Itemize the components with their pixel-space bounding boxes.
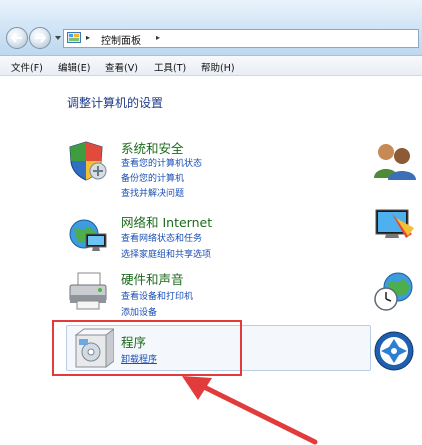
ease-of-access-icon[interactable] [372, 329, 416, 373]
menu-file[interactable]: 文件(F) [11, 60, 43, 74]
category-title-hardware-sound[interactable]: 硬件和声音 [121, 269, 184, 288]
control-panel-icon [67, 32, 81, 43]
category-title-network-internet[interactable]: 网络和 Internet [121, 212, 212, 231]
breadcrumb-separator[interactable]: ▸ [156, 33, 160, 42]
menu-help[interactable]: 帮助(H) [201, 60, 235, 74]
control-panel-content: 调整计算机的设置 系统和安全 查看您的计算机状态 备份您的计算机 查找并解决问题… [0, 76, 422, 445]
annotation-highlight-box [52, 320, 242, 376]
link-backup-computer[interactable]: 备份您的计算机 [121, 171, 184, 184]
link-add-device[interactable]: 添加设备 [121, 305, 157, 318]
network-globe-icon[interactable] [66, 212, 110, 256]
shield-icon[interactable] [66, 138, 110, 182]
clock-globe-icon[interactable] [372, 269, 416, 313]
page-title: 调整计算机的设置 [67, 96, 164, 110]
back-arrow-icon [11, 33, 22, 43]
breadcrumb-separator: ▸ [86, 33, 91, 42]
menu-edit[interactable]: 编辑(E) [58, 60, 90, 74]
menu-bar: 文件(F) 编辑(E) 查看(V) 工具(T) 帮助(H) [0, 56, 422, 76]
back-button[interactable] [6, 27, 28, 49]
recent-pages-dropdown[interactable] [55, 36, 61, 40]
link-network-status-tasks[interactable]: 查看网络状态和任务 [121, 231, 202, 244]
forward-arrow-icon [35, 33, 46, 43]
address-bar[interactable]: ▸ 控制面板 ▸ [63, 29, 419, 48]
link-devices-printers[interactable]: 查看设备和打印机 [121, 289, 193, 302]
link-find-fix-problems[interactable]: 查找并解决问题 [121, 186, 184, 199]
breadcrumb-control-panel[interactable]: 控制面板 [101, 32, 141, 47]
menu-view[interactable]: 查看(V) [105, 60, 138, 74]
printer-icon[interactable] [66, 269, 110, 313]
forward-button[interactable] [29, 27, 51, 49]
category-title-system-security[interactable]: 系统和安全 [121, 138, 184, 157]
appearance-icon[interactable] [372, 204, 416, 248]
link-homegroup-sharing[interactable]: 选择家庭组和共享选项 [121, 247, 211, 260]
user-accounts-icon[interactable] [372, 138, 416, 182]
menu-tools[interactable]: 工具(T) [154, 60, 186, 74]
window-titlebar: ▸ 控制面板 ▸ [0, 0, 422, 56]
link-view-computer-status[interactable]: 查看您的计算机状态 [121, 156, 202, 169]
annotation-arrow [182, 376, 318, 445]
